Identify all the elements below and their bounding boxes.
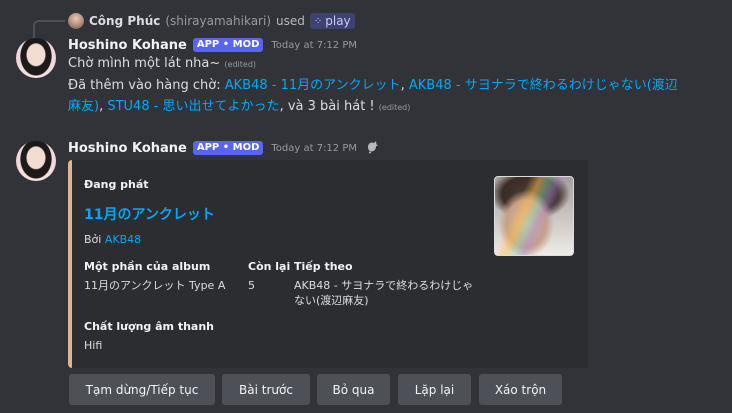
embed-author: Đang phát <box>84 178 149 191</box>
message-header: Hoshino Kohane APP • MOD Today at 7:12 P… <box>68 138 379 158</box>
field-album-link[interactable]: 11月のアンクレット Type A <box>84 278 225 293</box>
album-thumbnail[interactable] <box>494 176 574 256</box>
field-next-link[interactable]: AKB48 - サヨナラで終わるわけじゃない(渡辺麻友) <box>294 278 484 308</box>
queue-suffix: , và 3 bài hát ! <box>279 99 375 114</box>
message-timestamp[interactable]: Today at 7:12 PM <box>271 40 357 51</box>
shuffle-button[interactable]: Xáo trộn <box>479 374 562 405</box>
queue-prefix: Đã thêm vào hàng chờ: <box>68 78 225 93</box>
reply-used-text: used <box>276 14 305 28</box>
reply-user-name[interactable]: Công Phúc <box>89 14 160 28</box>
field-quality-value: Hifi <box>84 339 103 352</box>
bot-username[interactable]: Hoshino Kohane <box>68 141 187 156</box>
field-remaining-value: 5 <box>248 279 255 292</box>
skip-button[interactable]: Bỏ qua <box>317 374 390 405</box>
queued-song-link[interactable]: STU48 - 思い出せてよかった <box>107 99 279 114</box>
now-playing-embed: Đang phát 11月のアンクレット Bởi AKB48 Một phần … <box>68 160 588 368</box>
app-command-icon: ⁘ <box>313 15 323 27</box>
pause-resume-button[interactable]: Tạm dừng/Tiếp tục <box>69 374 215 405</box>
reply-connector <box>33 20 65 38</box>
bot-avatar[interactable] <box>16 38 56 78</box>
app-mod-badge: APP • MOD <box>192 38 264 52</box>
slash-command-pill[interactable]: ⁘ play <box>309 13 355 29</box>
field-next-name: Tiếp theo <box>294 260 353 273</box>
ephemeral-icon <box>365 140 379 157</box>
slash-command-name: play <box>325 14 351 28</box>
message-text-wait: Chờ mình một lát nha~ (edited) <box>68 56 256 71</box>
app-mod-badge: APP • MOD <box>192 141 264 155</box>
wait-text: Chờ mình một lát nha~ <box>68 56 221 71</box>
reply-user-avatar[interactable] <box>68 13 84 29</box>
separator: , <box>400 78 409 93</box>
message-timestamp[interactable]: Today at 7:12 PM <box>271 143 357 154</box>
message-header: Hoshino Kohane APP • MOD Today at 7:12 P… <box>68 35 357 55</box>
field-quality-name: Chất lượng âm thanh <box>84 320 214 333</box>
embed-title-link[interactable]: 11月のアンクレット <box>84 204 215 224</box>
loop-button[interactable]: Lặp lại <box>398 374 471 405</box>
bot-avatar[interactable] <box>16 141 56 181</box>
embed-description: Bởi AKB48 <box>84 233 141 246</box>
field-remaining-name: Còn lại <box>248 260 291 273</box>
queued-song-link[interactable]: AKB48 - 11月のアンクレット <box>225 78 401 93</box>
bot-username[interactable]: Hoshino Kohane <box>68 38 187 53</box>
message-text-queue: Đã thêm vào hàng chờ: AKB48 - 11月のアンクレット… <box>68 75 678 118</box>
command-reply: Công Phúc (shirayamahikari) used ⁘ play <box>68 12 355 30</box>
reply-user-handle: (shirayamahikari) <box>165 14 271 28</box>
by-label: Bởi <box>84 233 102 246</box>
artist-link[interactable]: AKB48 <box>105 233 141 246</box>
edited-marker: (edited) <box>224 60 257 69</box>
previous-track-button[interactable]: Bài trước <box>222 374 310 405</box>
edited-marker: (edited) <box>378 103 411 112</box>
field-album-name: Một phần của album <box>84 260 211 273</box>
